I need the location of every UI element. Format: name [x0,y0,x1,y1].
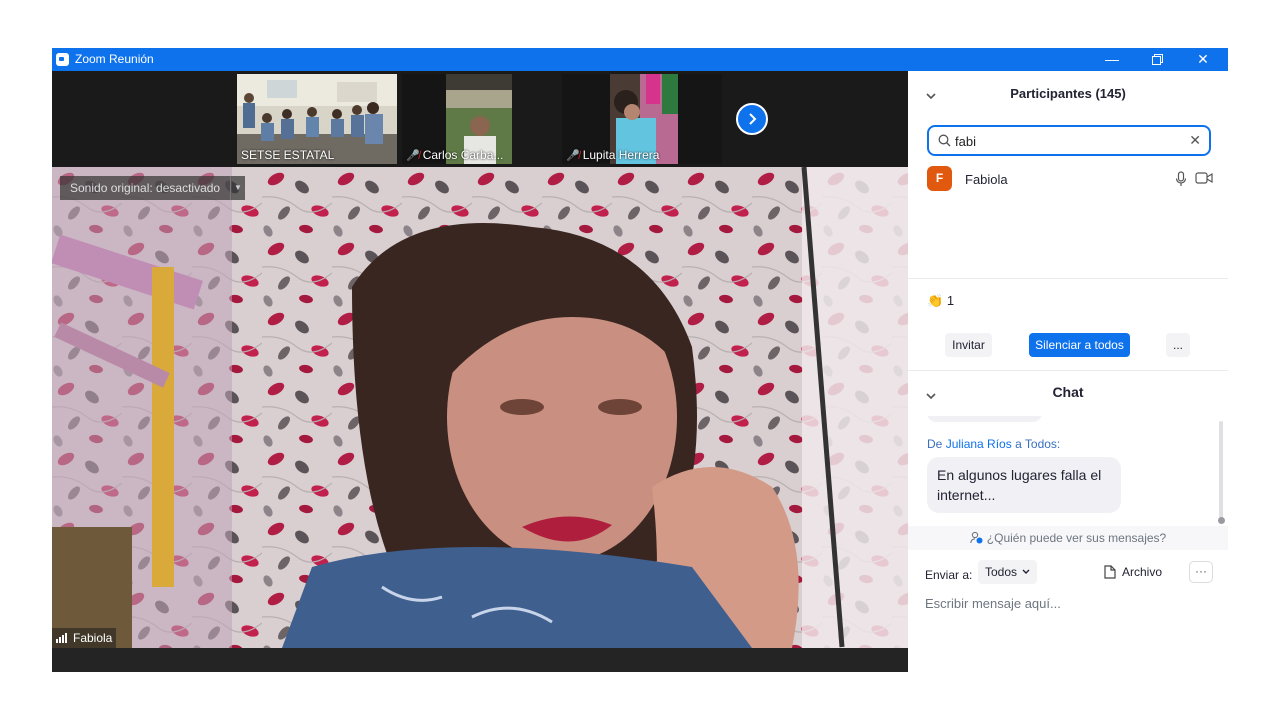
who-can-see-text: ¿Quién puede ver sus mensajes? [986,531,1167,545]
chat-more-button[interactable]: ··· [1189,561,1213,583]
side-panel: Participantes (145) ✕ F Fabiola 👏 1 Invi… [908,71,1228,672]
chat-messages: De Juliana Ríos a Todos: En algunos luga… [908,416,1228,528]
video-thumbnail[interactable]: 🎤̸ Lupita Herrera [562,74,722,164]
previous-message-bubble [927,416,1042,422]
chevron-right-icon [749,113,757,125]
invite-button[interactable]: Invitar [945,333,992,357]
participant-row[interactable]: F Fabiola [927,166,1217,192]
avatar: F [927,166,952,191]
video-bottom-bar [52,648,908,672]
sender-connector: a [1015,437,1022,451]
video-thumbnail[interactable]: 🎤̸ Carlos Carba... [402,74,512,164]
zoom-app-icon [56,53,69,66]
next-page-button[interactable] [736,103,768,135]
sender-prefix: De [927,437,943,451]
thumbnail-label: 🎤̸ Lupita Herrera [566,148,659,162]
file-icon [1104,565,1116,579]
participant-name: Fabiola [965,172,1008,187]
thumbnail-strip: SETSE ESTATAL 🎤̸ Carlos Carba... 🎤̸ Lupi… [52,71,908,167]
thumbnail-label: 🎤̸ Carlos Carba... [406,148,503,162]
thumbnail-name: Lupita Herrera [582,148,660,162]
chat-scrollbar-thumb[interactable] [1218,517,1225,524]
active-speaker-video[interactable]: Sonido original: desactivado ▼ Fabiola [52,167,908,648]
speaker-name-badge: Fabiola [52,628,117,648]
minimize-icon[interactable]: — [1089,48,1135,71]
more-options-button[interactable]: ... [1166,333,1190,357]
muted-mic-icon: 🎤̸ [406,150,420,162]
video-camera-icon[interactable] [1195,172,1213,184]
restore-icon[interactable] [1134,48,1180,71]
chat-title: Chat [1052,384,1084,400]
participant-search-input[interactable] [955,131,1180,151]
chat-message-input[interactable] [925,592,1215,614]
original-sound-toggle[interactable]: Sonido original: desactivado [60,176,231,200]
divider [908,278,1228,279]
user-privacy-icon [970,531,983,544]
speaker-video-image [52,167,908,648]
who-can-see-messages-link[interactable]: ¿Quién puede ver sus mensajes? [908,526,1228,550]
muted-mic-icon: 🎤̸ [566,150,580,162]
video-thumbnail[interactable]: SETSE ESTATAL [237,74,397,164]
microphone-icon[interactable] [1175,171,1187,187]
title-bar[interactable]: Zoom Reunión — ✕ [52,48,1228,71]
zoom-window: Zoom Reunión — ✕ SETSE ESTATAL 🎤̸ Carlos… [52,48,1228,672]
sender-target: Todos: [1024,437,1061,451]
window-title: Zoom Reunión [75,52,154,66]
recipient-value: Todos [985,565,1018,579]
message-sender: De Juliana Ríos a Todos: [927,437,1060,451]
signal-strength-icon [56,629,68,648]
search-icon [938,134,951,147]
sender-name[interactable]: Juliana Ríos [946,437,1012,451]
video-area: SETSE ESTATAL 🎤̸ Carlos Carba... 🎤̸ Lupi… [52,71,908,672]
participant-search-box[interactable]: ✕ [927,125,1211,156]
participants-header: Participantes (145) [908,71,1228,115]
divider [908,370,1228,371]
clap-icon: 👏 [927,293,944,308]
mute-all-button[interactable]: Silenciar a todos [1029,333,1130,357]
thumbnail-label: SETSE ESTATAL [241,148,335,162]
chevron-down-icon [1022,569,1030,574]
send-to-label: Enviar a: [925,568,973,582]
chat-scrollbar[interactable] [1219,421,1223,519]
recipient-dropdown[interactable]: Todos [978,560,1038,584]
reactions-summary: 👏 1 [927,293,954,309]
chat-message-bubble: En algunos lugares falla el internet... [927,457,1121,513]
close-window-icon[interactable]: ✕ [1180,48,1226,71]
file-label: Archivo [1122,565,1163,579]
reaction-count: 1 [946,293,955,308]
file-button[interactable]: Archivo [1104,565,1162,579]
participants-title: Participantes (145) [1010,86,1126,101]
sound-options-dropdown[interactable]: ▼ [230,176,245,200]
thumbnail-name: Carlos Carba... [422,148,504,162]
speaker-name: Fabiola [73,631,113,645]
clear-search-icon[interactable]: ✕ [1189,132,1201,149]
